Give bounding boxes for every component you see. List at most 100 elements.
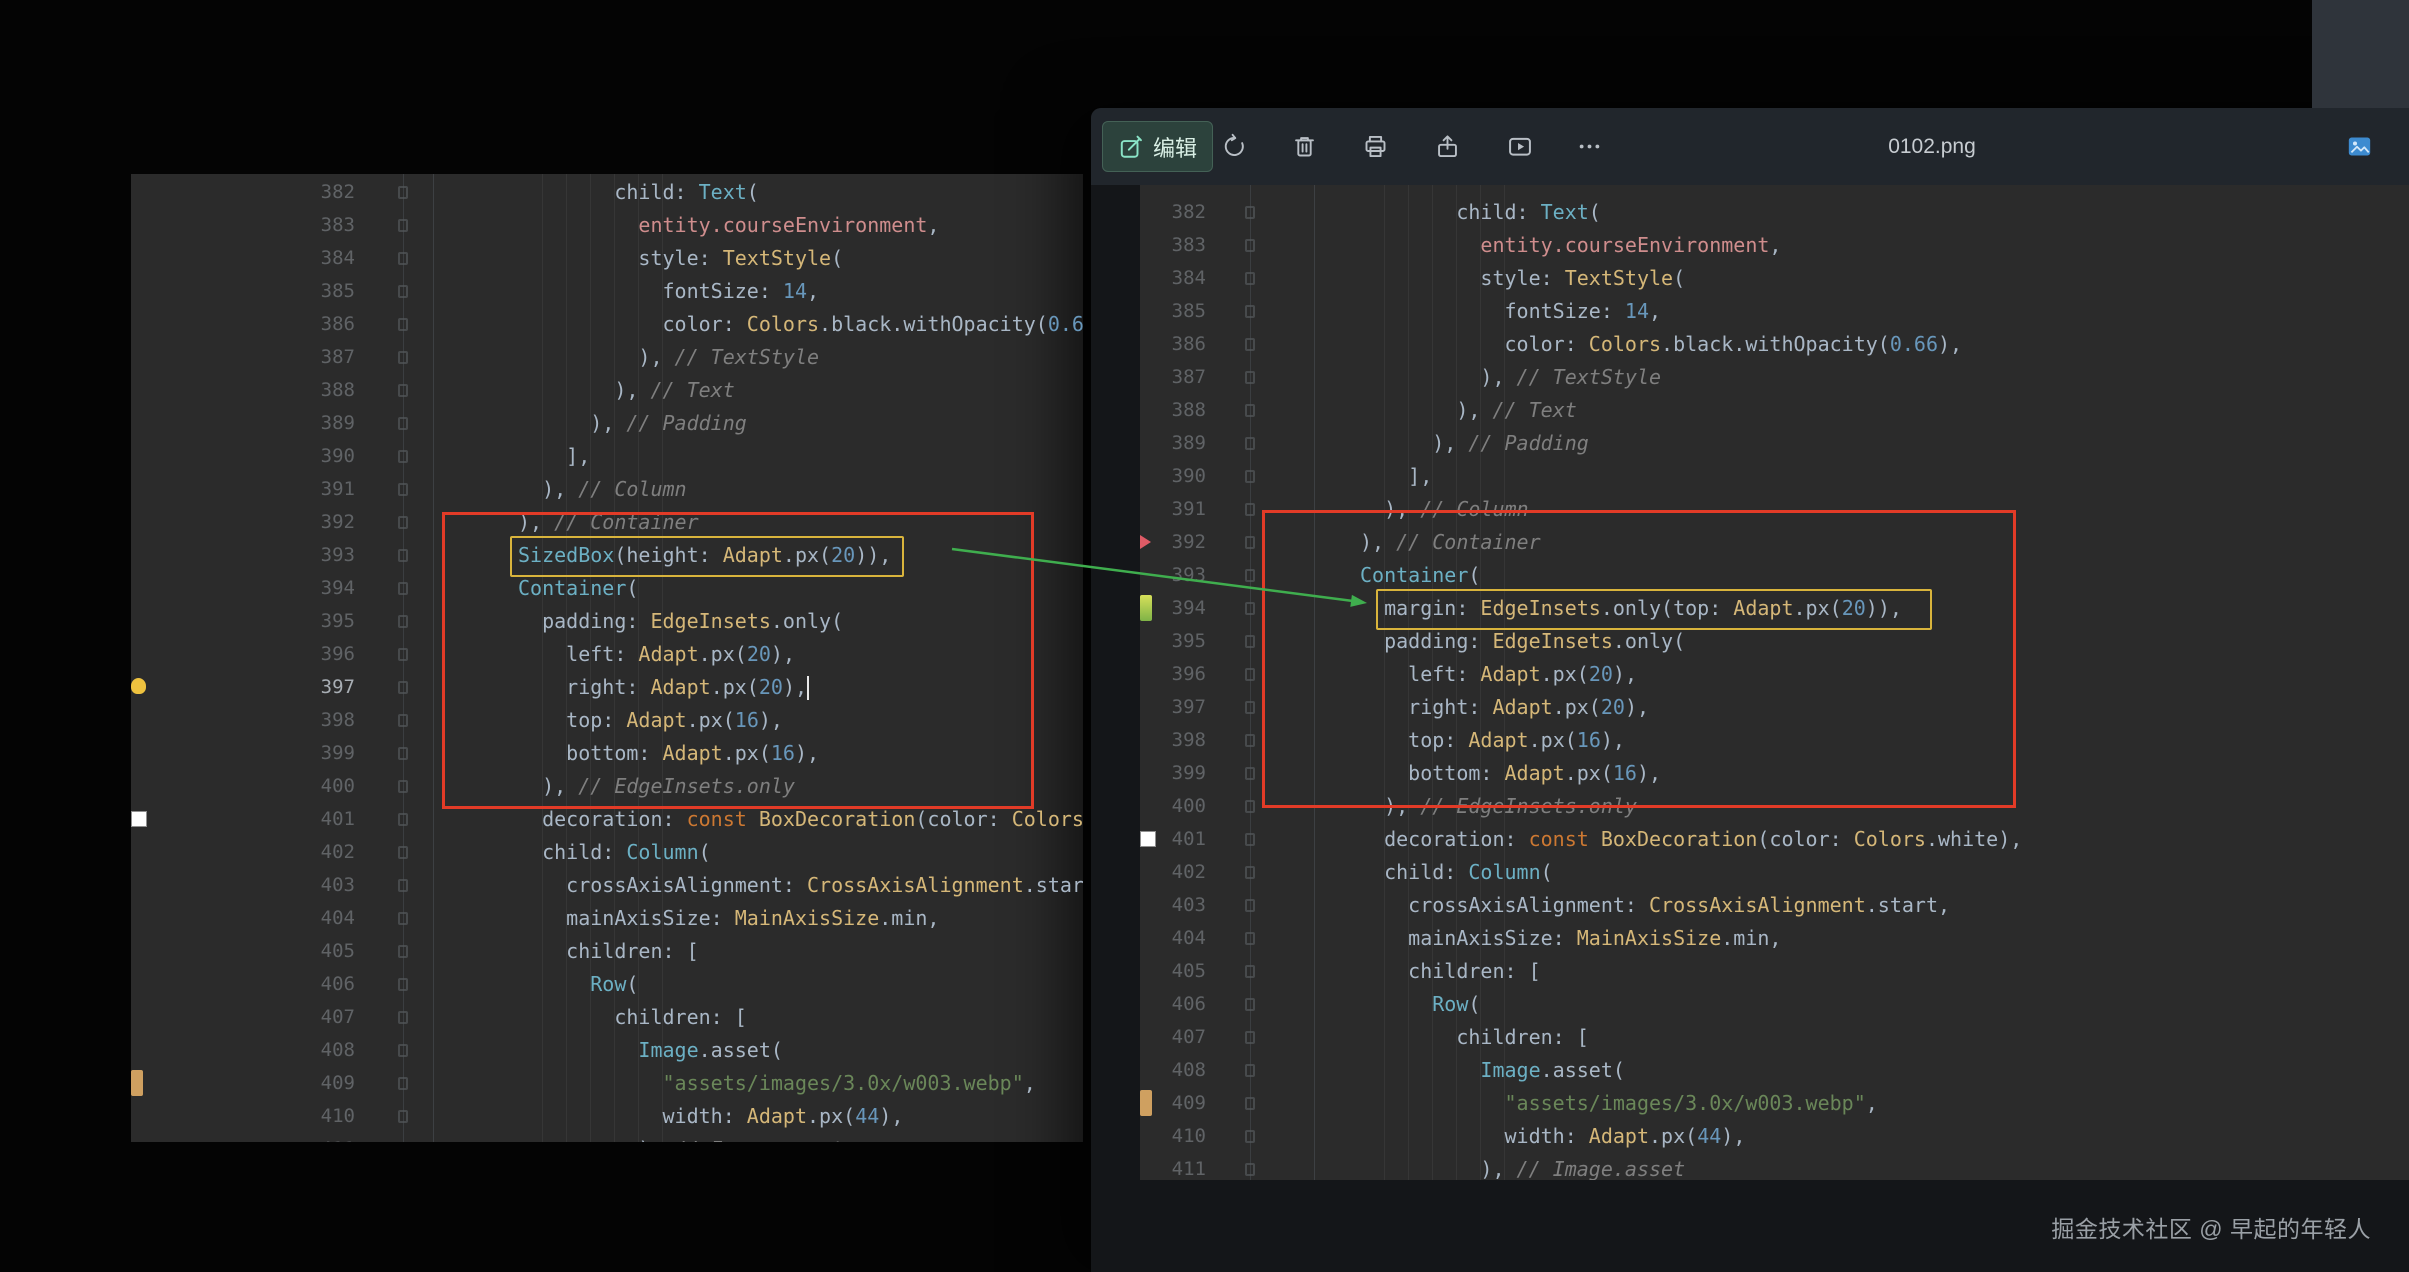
fold-marker-icon[interactable]: [1245, 503, 1255, 516]
line-number[interactable]: 402: [131, 836, 355, 869]
line-number[interactable]: 386: [1140, 328, 1206, 361]
code-line[interactable]: 402 child: Column(: [1140, 856, 2409, 889]
fold-marker-icon[interactable]: [398, 516, 408, 529]
code-text[interactable]: ), // Image.asset: [1360, 1153, 1685, 1180]
fold-marker-icon[interactable]: [1245, 470, 1255, 483]
code-line[interactable]: 408 Image.asset(: [131, 1034, 1083, 1067]
fold-marker-icon[interactable]: [398, 681, 408, 694]
fold-marker-icon[interactable]: [398, 219, 408, 232]
fold-marker-icon[interactable]: [398, 648, 408, 661]
code-text[interactable]: crossAxisAlignment: CrossAxisAlignment.s…: [1360, 889, 1950, 922]
fold-marker-icon[interactable]: [1245, 272, 1255, 285]
line-number[interactable]: 383: [131, 209, 355, 242]
code-line[interactable]: 391 ), // Column: [131, 473, 1083, 506]
code-line[interactable]: 403 crossAxisAlignment: CrossAxisAlignme…: [1140, 889, 2409, 922]
line-number[interactable]: 404: [1140, 922, 1206, 955]
fold-marker-icon[interactable]: [1245, 800, 1255, 813]
line-number[interactable]: 387: [131, 341, 355, 374]
code-text[interactable]: children: [: [518, 1001, 747, 1034]
fold-marker-icon[interactable]: [398, 1110, 408, 1123]
code-text[interactable]: crossAxisAlignment: CrossAxisAlignment.s…: [518, 869, 1083, 902]
edit-button[interactable]: 编辑: [1102, 121, 1213, 172]
code-line[interactable]: 385 fontSize: 14,: [131, 275, 1083, 308]
fold-marker-icon[interactable]: [1245, 338, 1255, 351]
code-text[interactable]: Image.asset(: [518, 1034, 783, 1067]
image-tag-marker[interactable]: [131, 1070, 143, 1096]
line-number[interactable]: 386: [131, 308, 355, 341]
fold-marker-icon[interactable]: [398, 252, 408, 265]
fold-marker-icon[interactable]: [1245, 635, 1255, 648]
line-number[interactable]: 389: [131, 407, 355, 440]
line-number[interactable]: 390: [131, 440, 355, 473]
line-number[interactable]: 400: [1140, 790, 1206, 823]
code-text[interactable]: Row(: [518, 968, 638, 1001]
line-number[interactable]: 406: [1140, 988, 1206, 1021]
fold-marker-icon[interactable]: [398, 285, 408, 298]
code-text[interactable]: ), // TextStyle: [518, 341, 819, 374]
line-number[interactable]: 403: [1140, 889, 1206, 922]
line-number[interactable]: 396: [1140, 658, 1206, 691]
code-text[interactable]: entity.courseEnvironment,: [518, 209, 939, 242]
fold-marker-icon[interactable]: [398, 714, 408, 727]
line-number[interactable]: 406: [131, 968, 355, 1001]
fold-marker-icon[interactable]: [398, 351, 408, 364]
line-number[interactable]: 382: [131, 176, 355, 209]
code-line[interactable]: 388 ), // Text: [1140, 394, 2409, 427]
line-number[interactable]: 390: [1140, 460, 1206, 493]
code-line[interactable]: 406 Row(: [1140, 988, 2409, 1021]
code-text[interactable]: ), // Text: [518, 374, 735, 407]
bp-arrow-marker[interactable]: [1140, 535, 1151, 549]
fold-marker-icon[interactable]: [1245, 833, 1255, 846]
code-text[interactable]: mainAxisSize: MainAxisSize.min,: [518, 902, 939, 935]
fold-marker-icon[interactable]: [1245, 371, 1255, 384]
code-line[interactable]: 390 ],: [1140, 460, 2409, 493]
code-line[interactable]: 382 child: Text(: [1140, 196, 2409, 229]
code-line[interactable]: 405 children: [: [131, 935, 1083, 968]
code-line[interactable]: 387 ), // TextStyle: [1140, 361, 2409, 394]
fold-marker-icon[interactable]: [1245, 1064, 1255, 1077]
color-green-marker[interactable]: [1140, 595, 1152, 621]
fold-marker-icon[interactable]: [398, 1077, 408, 1090]
line-number[interactable]: 404: [131, 902, 355, 935]
code-text[interactable]: color: Colors.black.withOpacity(0.66),: [1360, 328, 1962, 361]
code-line[interactable]: 383 entity.courseEnvironment,: [131, 209, 1083, 242]
line-number[interactable]: 397: [131, 671, 355, 704]
fold-marker-icon[interactable]: [1245, 1163, 1255, 1176]
code-text[interactable]: children: [: [1360, 955, 1541, 988]
line-number[interactable]: 391: [1140, 493, 1206, 526]
line-number[interactable]: 399: [1140, 757, 1206, 790]
code-line[interactable]: 404 mainAxisSize: MainAxisSize.min,: [131, 902, 1083, 935]
line-number[interactable]: 409: [131, 1067, 355, 1100]
line-number[interactable]: 382: [1140, 196, 1206, 229]
fold-marker-icon[interactable]: [1245, 404, 1255, 417]
code-line[interactable]: 404 mainAxisSize: MainAxisSize.min,: [1140, 922, 2409, 955]
code-text[interactable]: ), // Padding: [1360, 427, 1589, 460]
fold-marker-icon[interactable]: [1245, 536, 1255, 549]
fold-marker-icon[interactable]: [398, 582, 408, 595]
fold-marker-icon[interactable]: [398, 846, 408, 859]
fold-marker-icon[interactable]: [1245, 1130, 1255, 1143]
line-number[interactable]: 384: [131, 242, 355, 275]
image-file-button[interactable]: [2336, 124, 2382, 170]
code-line[interactable]: 411 ), // Image.asset: [1140, 1153, 2409, 1180]
fold-marker-icon[interactable]: [398, 978, 408, 991]
fold-marker-icon[interactable]: [398, 912, 408, 925]
fold-marker-icon[interactable]: [1245, 932, 1255, 945]
code-line[interactable]: 382 child: Text(: [131, 176, 1083, 209]
code-line[interactable]: 408 Image.asset(: [1140, 1054, 2409, 1087]
code-line[interactable]: 383 entity.courseEnvironment,: [1140, 229, 2409, 262]
fold-marker-icon[interactable]: [398, 384, 408, 397]
bulb-marker[interactable]: [131, 678, 146, 694]
code-text[interactable]: child: Text(: [1360, 196, 1601, 229]
slideshow-button[interactable]: [1497, 124, 1543, 170]
line-number[interactable]: 388: [1140, 394, 1206, 427]
fold-marker-icon[interactable]: [398, 813, 408, 826]
code-text[interactable]: child: Column(: [518, 836, 711, 869]
line-number[interactable]: 402: [1140, 856, 1206, 889]
fold-marker-icon[interactable]: [398, 615, 408, 628]
line-number[interactable]: 388: [131, 374, 355, 407]
line-number[interactable]: 392: [131, 506, 355, 539]
fold-marker-icon[interactable]: [398, 945, 408, 958]
code-line[interactable]: 407 children: [: [1140, 1021, 2409, 1054]
fold-marker-icon[interactable]: [398, 747, 408, 760]
